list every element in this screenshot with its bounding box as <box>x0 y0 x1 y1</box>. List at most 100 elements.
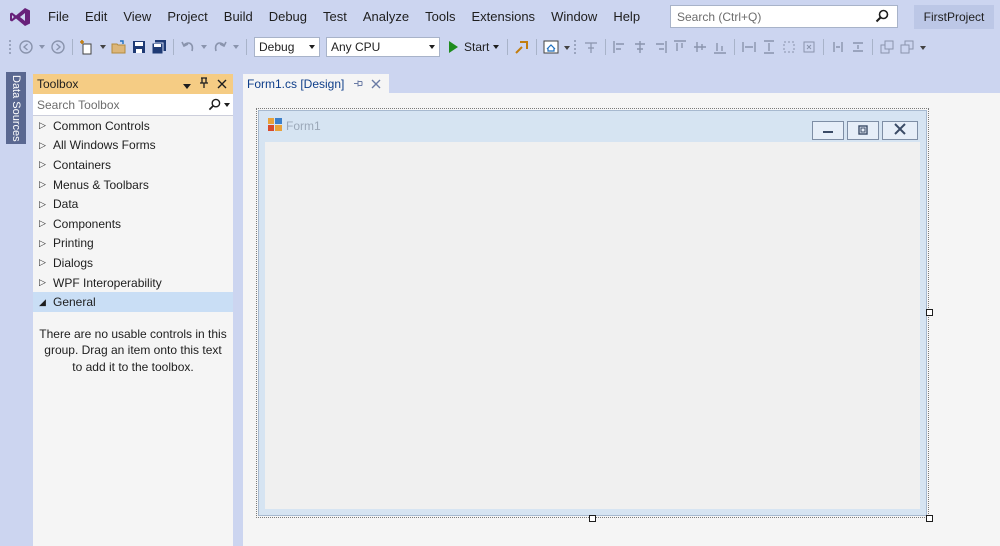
toolbox-group-containers[interactable]: ▷ Containers <box>33 155 233 175</box>
menu-window[interactable]: Window <box>543 0 605 34</box>
align-bottoms-icon[interactable] <box>712 39 728 55</box>
data-sources-tab[interactable]: Data Sources <box>6 72 26 144</box>
toolbox-group-label: General <box>53 295 96 310</box>
platform-value: Any CPU <box>331 40 381 54</box>
toolbox-group-components[interactable]: ▷ Components <box>33 214 233 234</box>
align-lefts-icon[interactable] <box>612 39 628 55</box>
menu-file[interactable]: File <box>40 0 77 34</box>
toolbar-separator <box>507 39 509 55</box>
toolbox-group-label: Menus & Toolbars <box>53 177 149 192</box>
solution-platform-dropdown[interactable]: Any CPU <box>326 37 440 57</box>
make-same-width-icon[interactable] <box>741 39 757 55</box>
dropdown-arrow-icon[interactable] <box>99 39 107 55</box>
menu-analyze[interactable]: Analyze <box>355 0 417 34</box>
toolbar-separator <box>72 39 73 55</box>
menu-project[interactable]: Project <box>159 0 215 34</box>
maximize-button[interactable] <box>847 121 879 140</box>
menu-tools[interactable]: Tools <box>417 0 463 34</box>
send-to-back-icon[interactable] <box>899 39 915 55</box>
start-label: Start <box>464 40 490 54</box>
window-position-dropdown-icon[interactable] <box>183 78 191 92</box>
toolbox-group-label: Printing <box>53 236 94 251</box>
close-icon[interactable] <box>217 78 227 92</box>
toolbox-group-all-windows-forms[interactable]: ▷ All Windows Forms <box>33 136 233 156</box>
project-name-badge[interactable]: FirstProject <box>914 5 994 29</box>
chevron-down-icon[interactable] <box>224 103 230 107</box>
toolbox-search-input[interactable]: Search Toolbox <box>33 94 233 116</box>
pin-icon[interactable] <box>199 77 209 92</box>
document-tab-label: Form1.cs [Design] <box>247 77 345 91</box>
align-centers-icon[interactable] <box>632 39 648 55</box>
dropdown-arrow-icon[interactable] <box>38 39 46 55</box>
minimize-icon <box>822 124 834 138</box>
back-icon[interactable] <box>18 39 34 55</box>
search-icon <box>875 9 889 26</box>
tab-form1-design[interactable]: Form1.cs [Design] <box>243 74 389 94</box>
toolbox-title: Toolbox <box>37 77 79 91</box>
align-to-grid-icon[interactable] <box>583 39 599 55</box>
redo-icon[interactable] <box>212 39 228 55</box>
toolbox-search-placeholder: Search Toolbox <box>37 97 120 112</box>
bring-to-front-icon[interactable] <box>879 39 895 55</box>
align-tops-icon[interactable] <box>672 39 688 55</box>
make-same-height-icon[interactable] <box>761 39 777 55</box>
open-folder-icon[interactable] <box>111 39 127 55</box>
browser-link-icon[interactable] <box>514 39 530 55</box>
dropdown-arrow-icon[interactable] <box>491 39 501 55</box>
horizontal-spacing-icon[interactable] <box>830 39 846 55</box>
menu-test[interactable]: Test <box>315 0 355 34</box>
home-window-icon[interactable] <box>543 39 559 55</box>
overflow-dropdown-icon[interactable] <box>563 39 571 55</box>
dropdown-arrow-icon[interactable] <box>232 39 240 55</box>
form1-window[interactable]: Form1 <box>258 110 927 516</box>
resize-handle-bottom-right[interactable] <box>926 515 933 522</box>
menu-edit[interactable]: Edit <box>77 0 115 34</box>
search-input[interactable]: Search (Ctrl+Q) <box>670 5 898 28</box>
toolbox-header[interactable]: Toolbox <box>33 74 233 94</box>
align-rights-icon[interactable] <box>652 39 668 55</box>
close-tab-icon[interactable] <box>371 78 381 92</box>
save-icon[interactable] <box>131 39 147 55</box>
toolbar-grip[interactable] <box>8 39 12 55</box>
toolbox-group-common-controls[interactable]: ▷ Common Controls <box>33 116 233 136</box>
toolbox-group-data[interactable]: ▷ Data <box>33 194 233 214</box>
toolbox-group-printing[interactable]: ▷ Printing <box>33 234 233 254</box>
toolbox-group-label: Data <box>53 197 79 212</box>
visual-studio-logo-icon[interactable] <box>6 3 34 31</box>
menu-help[interactable]: Help <box>605 0 648 34</box>
new-project-icon[interactable] <box>79 39 95 55</box>
forward-icon[interactable] <box>50 39 66 55</box>
maximize-icon <box>857 124 869 138</box>
toolbox-group-label: WPF Interoperability <box>53 275 162 290</box>
pin-tab-icon[interactable] <box>353 78 364 92</box>
start-button[interactable]: Start <box>449 39 503 55</box>
data-sources-label: Data Sources <box>10 74 22 142</box>
menu-build[interactable]: Build <box>216 0 261 34</box>
toolbox-empty-message[interactable]: There are no usable controls in this gro… <box>33 312 233 376</box>
toolbox-group-menus-toolbars[interactable]: ▷ Menus & Toolbars <box>33 175 233 195</box>
toolbar-grip[interactable] <box>573 39 578 55</box>
menu-bar: File Edit View Project Build Debug Test … <box>0 0 1000 34</box>
toolbar-separator <box>605 39 607 55</box>
resize-handle-right[interactable] <box>926 309 933 316</box>
minimize-button[interactable] <box>812 121 844 140</box>
save-all-icon[interactable] <box>151 39 167 55</box>
resize-handle-bottom[interactable] <box>589 515 596 522</box>
form-client-area[interactable] <box>265 142 920 509</box>
solution-configuration-dropdown[interactable]: Debug <box>254 37 320 57</box>
size-to-grid-icon[interactable] <box>801 39 817 55</box>
make-same-size-icon[interactable] <box>781 39 797 55</box>
menu-view[interactable]: View <box>115 0 159 34</box>
overflow-dropdown-icon[interactable] <box>919 39 927 55</box>
toolbox-group-dialogs[interactable]: ▷ Dialogs <box>33 253 233 273</box>
undo-icon[interactable] <box>180 39 196 55</box>
menu-extensions[interactable]: Extensions <box>463 0 543 34</box>
form-title: Form1 <box>286 119 321 133</box>
menu-debug[interactable]: Debug <box>261 0 315 34</box>
close-button[interactable] <box>882 121 918 140</box>
vertical-spacing-icon[interactable] <box>850 39 866 55</box>
align-middles-icon[interactable] <box>692 39 708 55</box>
dropdown-arrow-icon[interactable] <box>200 39 208 55</box>
toolbox-group-general[interactable]: ◢ General <box>33 292 233 312</box>
toolbox-group-wpf-interoperability[interactable]: ▷ WPF Interoperability <box>33 273 233 293</box>
